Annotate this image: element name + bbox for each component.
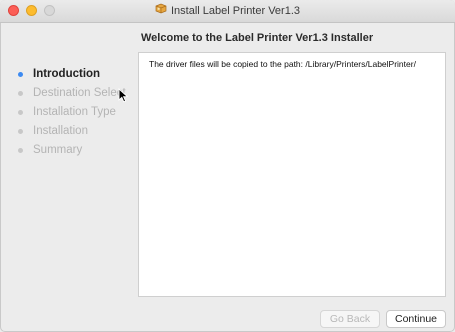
step-bullet-icon [18, 110, 23, 115]
step-destination-select: Destination Select [18, 84, 126, 103]
step-summary: Summary [18, 141, 126, 160]
mouse-pointer-icon [118, 87, 129, 108]
step-label: Introduction [33, 68, 101, 80]
step-label: Destination Select [33, 87, 126, 99]
installer-steps: Introduction Destination Select Installa… [18, 65, 126, 160]
package-icon [155, 3, 167, 19]
window-title: Install Label Printer Ver1.3 [170, 5, 301, 17]
step-bullet-icon [18, 91, 23, 96]
install-path-message: The driver files will be copied to the p… [149, 59, 416, 69]
installer-window: Install Label Printer Ver1.3 Welcome to … [0, 0, 455, 332]
content-panel: The driver files will be copied to the p… [138, 52, 446, 297]
page-heading: Welcome to the Label Printer Ver1.3 Inst… [141, 32, 374, 44]
window-title-container: Install Label Printer Ver1.3 [0, 3, 455, 19]
step-installation: Installation [18, 122, 126, 141]
step-bullet-icon [18, 72, 23, 77]
step-label: Installation Type [33, 106, 116, 118]
continue-button[interactable]: Continue [386, 310, 446, 328]
step-label: Installation [33, 125, 88, 137]
step-bullet-icon [18, 129, 23, 134]
title-bar: Install Label Printer Ver1.3 [0, 0, 455, 23]
step-introduction: Introduction [18, 65, 126, 84]
step-label: Summary [33, 144, 83, 156]
step-bullet-icon [18, 148, 23, 153]
go-back-button[interactable]: Go Back [320, 310, 380, 328]
step-installation-type: Installation Type [18, 103, 126, 122]
